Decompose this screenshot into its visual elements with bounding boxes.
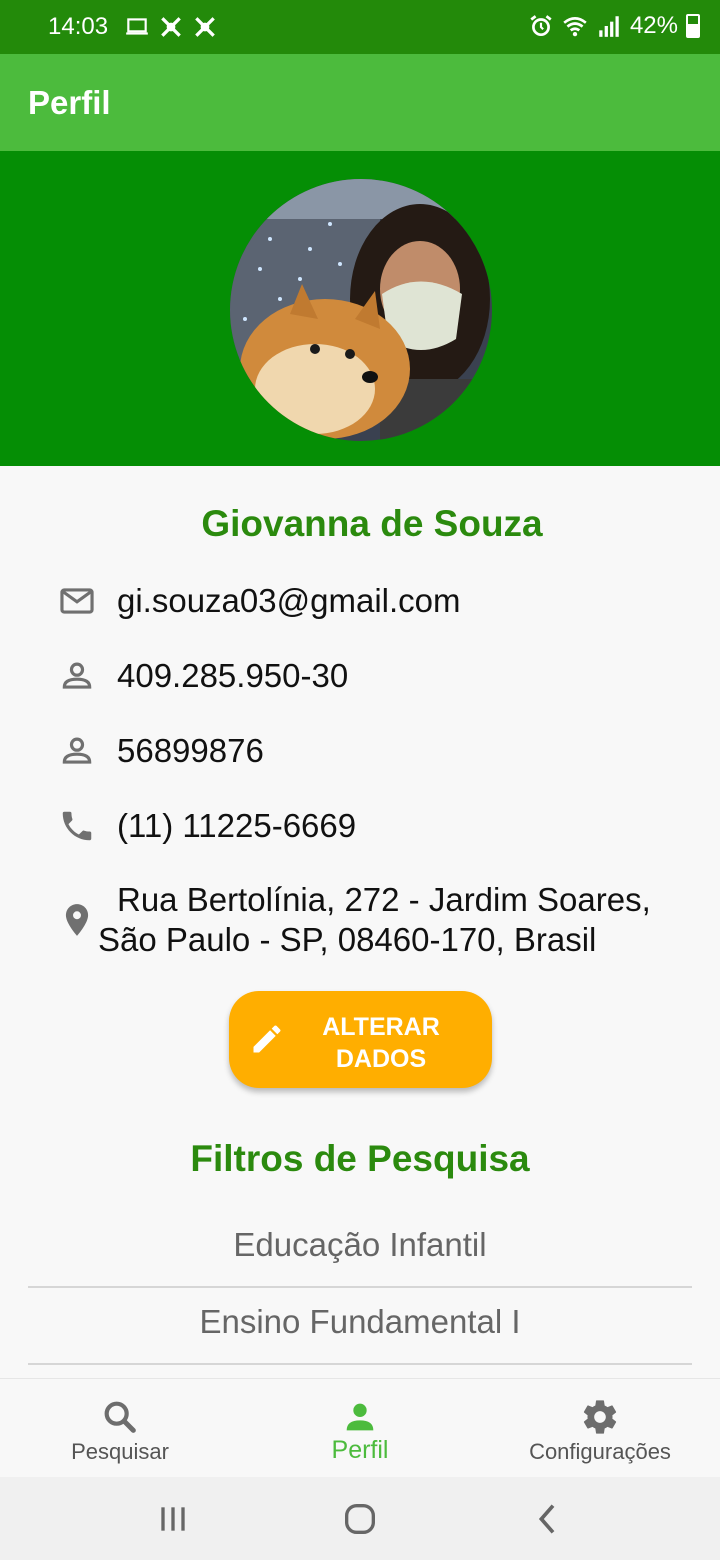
system-navigation-bar [0, 1477, 720, 1560]
filter-item-ensino-fundamental[interactable]: Ensino Fundamental I [28, 1288, 692, 1365]
location-pin-icon [65, 904, 89, 936]
phone-icon [62, 811, 92, 841]
filter-item-label: Ensino Fundamental I [199, 1303, 521, 1340]
address-line-2: São Paulo - SP, 08460-170, Brasil [98, 921, 597, 958]
id-value: 56899876 [117, 732, 264, 769]
alarm-icon [530, 15, 552, 37]
app-icon [195, 17, 215, 37]
search-icon [104, 1401, 136, 1433]
cpf-row: 409.285.950-30 [0, 649, 720, 701]
laptop-icon [126, 18, 148, 35]
edit-data-label: ALTERAR DADOS [322, 1013, 440, 1073]
pencil-icon [253, 1025, 281, 1053]
filter-item-label: Educação Infantil [233, 1226, 487, 1263]
bottom-navigation: Pesquisar Perfil Configurações [0, 1378, 720, 1477]
cpf-value: 409.285.950-30 [117, 657, 349, 694]
person-icon [346, 1403, 374, 1431]
phone-value: (11) 11225-6669 [117, 807, 357, 844]
recent-apps-icon[interactable] [153, 1499, 193, 1539]
nav-item-profile[interactable]: Perfil [240, 1379, 480, 1478]
filters-title: Filtros de Pesquisa [190, 1138, 530, 1179]
status-time: 14:03 [48, 13, 109, 40]
wifi-icon [563, 17, 587, 37]
status-bar: 14:03 42% [0, 0, 720, 54]
nav-label-settings: Configurações [529, 1439, 671, 1464]
battery-percent: 42% [629, 12, 678, 39]
profile-header [0, 151, 720, 466]
email-value: gi.souza03@gmail.com [117, 582, 461, 619]
nav-item-settings[interactable]: Configurações [480, 1379, 720, 1478]
profile-name: Giovanna de Souza [201, 503, 543, 544]
phone-row: (11) 11225-6669 [0, 799, 720, 851]
avatar[interactable] [230, 179, 492, 441]
status-right-icons: 42% [528, 12, 700, 40]
mail-icon [60, 588, 94, 614]
filter-item-educacao-infantil[interactable]: Educação Infantil [28, 1211, 692, 1288]
battery-icon [686, 14, 700, 38]
address-line-1: Rua Bertolínia, 272 - Jardim Soares, [117, 881, 651, 918]
address-row: Rua Bertolínia, 272 - Jardim Soares, São… [0, 881, 720, 971]
person-icon [62, 662, 92, 689]
app-screen: 14:03 42% Perfil Giovanna de Souza gi.so… [0, 0, 720, 1560]
email-row: gi.souza03@gmail.com [0, 574, 720, 626]
person-icon [62, 737, 92, 764]
id-row: 56899876 [0, 724, 720, 776]
signal-icon [599, 16, 619, 37]
nav-item-search[interactable]: Pesquisar [0, 1379, 240, 1478]
gear-icon [583, 1400, 617, 1434]
app-icon [161, 17, 181, 37]
back-icon[interactable] [528, 1499, 568, 1539]
nav-label-search: Pesquisar [71, 1439, 169, 1464]
home-icon[interactable] [340, 1499, 380, 1539]
status-left-icons [124, 14, 218, 40]
nav-label-profile: Perfil [331, 1436, 389, 1464]
page-title: Perfil [28, 84, 111, 121]
app-bar: Perfil [0, 54, 720, 151]
edit-data-button[interactable]: ALTERAR DADOS [229, 991, 492, 1088]
